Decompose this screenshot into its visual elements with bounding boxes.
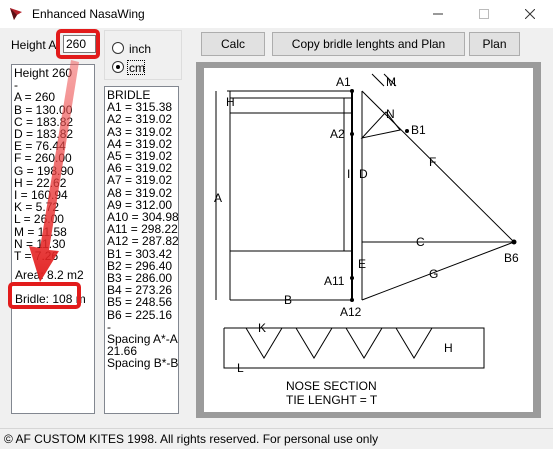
label-b6: B6 [504,251,519,265]
label-e: E [358,257,366,271]
label-k: K [258,321,266,335]
label-b: B [284,293,292,307]
bridle-line: B6 = 225.16 [107,307,173,322]
label-c: C [416,235,425,249]
plan-diagram-frame: A1 A2 A11 A12 B1 B6 M N H A I D F C E G … [196,62,541,418]
plan-diagram: A1 A2 A11 A12 B1 B6 M N H A I D F C E G … [204,68,533,412]
bridle-line: B1 = 303.42 [107,246,173,261]
label-g: G [429,267,438,281]
label-b1: B1 [411,123,426,137]
label-m: M [386,75,396,89]
status-bar: © AF CUSTOM KITES 1998. All rights reser… [0,428,553,449]
bridle-line: Spacing B*-B* [107,356,179,371]
nose-caption-1: NOSE SECTION [286,379,377,393]
nose-caption-2: TIE LENGHT = T [286,393,378,407]
label-i: I [347,167,350,181]
bridle-line: A8 = 319.02 [107,185,173,200]
bridle-line: A12 = 287.82 [107,234,179,249]
label-l: L [237,361,244,375]
label-f: F [429,155,436,169]
label-h: H [226,95,235,109]
bridle-line: A7 = 319.02 [107,173,173,188]
bridle-line: A3 = 319.02 [107,124,173,139]
bridle-panel[interactable]: BRIDLE A1 = 315.38 A2 = 319.02 A3 = 319.… [104,86,179,414]
bridle-line: B5 = 248.56 [107,295,173,310]
label-h-nose: H [444,341,453,355]
label-d: D [359,167,368,181]
bridle-line: A2 = 319.02 [107,112,173,127]
label-a1: A1 [336,75,351,89]
label-n: N [386,107,395,121]
label-a: A [214,191,222,205]
label-a12: A12 [340,305,362,319]
label-a2: A2 [330,127,345,141]
label-a11: A11 [324,274,345,288]
kite-plan-drawing: A1 A2 A11 A12 B1 B6 M N H A I D F C E G … [214,73,519,407]
